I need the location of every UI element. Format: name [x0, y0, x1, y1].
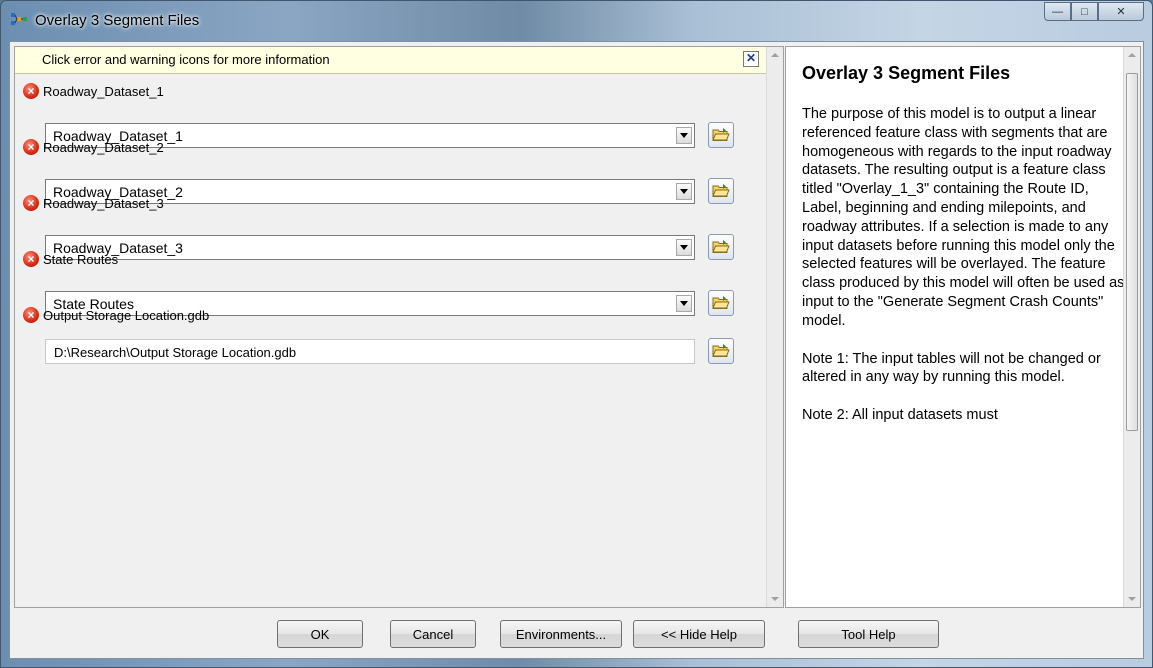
browse-button-roadway-dataset-1[interactable] — [708, 122, 734, 148]
ok-button[interactable]: OK — [277, 620, 363, 648]
help-paragraph: The purpose of this model is to output a… — [802, 106, 1125, 329]
scroll-up-icon[interactable] — [771, 53, 779, 57]
output-path-input[interactable] — [52, 341, 686, 364]
chevron-down-icon[interactable] — [676, 183, 692, 200]
info-message: Click error and warning icons for more i… — [42, 52, 330, 67]
dialog-window: Overlay 3 Segment Files — □ ✕ Click erro… — [0, 0, 1153, 668]
param-label-roadway-dataset-1[interactable]: × Roadway_Dataset_1 — [23, 82, 164, 100]
chevron-down-icon[interactable] — [676, 127, 692, 144]
parameters-pane: Click error and warning icons for more i… — [14, 46, 784, 608]
tool-help-button[interactable]: Tool Help — [798, 620, 939, 648]
output-storage-location-field[interactable] — [45, 339, 695, 364]
param-label-output-storage-location[interactable]: × Output Storage Location.gdb — [23, 306, 209, 324]
help-body: The purpose of this model is to output a… — [802, 105, 1127, 444]
param-label-text: Roadway_Dataset_2 — [43, 139, 164, 155]
close-button[interactable]: ✕ — [1098, 2, 1144, 21]
help-paragraph: Note 2: All input datasets must — [802, 407, 998, 424]
window-title: Overlay 3 Segment Files — [35, 12, 200, 29]
maximize-button[interactable]: □ — [1071, 2, 1098, 21]
browse-button-state-routes[interactable] — [708, 290, 734, 316]
param-label-text: Roadway_Dataset_3 — [43, 195, 164, 211]
chevron-down-icon[interactable] — [676, 295, 692, 312]
param-label-roadway-dataset-3[interactable]: × Roadway_Dataset_3 — [23, 194, 164, 212]
scroll-up-icon[interactable] — [1128, 53, 1136, 57]
hide-help-button[interactable]: << Hide Help — [633, 620, 765, 648]
error-icon[interactable]: × — [23, 251, 39, 267]
error-icon[interactable]: × — [23, 139, 39, 155]
cancel-button[interactable]: Cancel — [390, 620, 476, 648]
environments-button[interactable]: Environments... — [500, 620, 622, 648]
open-folder-icon — [712, 296, 730, 309]
parameters-scrollbar[interactable] — [766, 47, 783, 607]
error-icon[interactable]: × — [23, 195, 39, 211]
help-paragraph: Note 1: The input tables will not be cha… — [802, 350, 1101, 386]
browse-button-roadway-dataset-3[interactable] — [708, 234, 734, 260]
model-icon — [11, 13, 27, 25]
caption-buttons: — □ ✕ — [1044, 2, 1144, 21]
help-pane: Overlay 3 Segment Files The purpose of t… — [785, 46, 1141, 608]
title-bar[interactable]: Overlay 3 Segment Files — □ ✕ — [1, 1, 1152, 41]
scroll-down-icon[interactable] — [771, 597, 779, 601]
help-title: Overlay 3 Segment Files — [802, 63, 1011, 83]
browse-button-roadway-dataset-2[interactable] — [708, 178, 734, 204]
param-label-state-routes[interactable]: × State Routes — [23, 250, 118, 268]
error-icon[interactable]: × — [23, 83, 39, 99]
info-close-button[interactable]: ✕ — [743, 51, 759, 67]
open-folder-icon — [712, 240, 730, 253]
param-label-text: State Routes — [43, 251, 119, 267]
param-label-text: Output Storage Location.gdb — [43, 307, 210, 323]
help-scrollbar-thumb[interactable] — [1126, 73, 1138, 431]
maximize-icon: □ — [1081, 5, 1088, 18]
chevron-down-icon[interactable] — [676, 239, 692, 256]
browse-button-output-storage-location[interactable] — [708, 338, 734, 364]
scroll-down-icon[interactable] — [1128, 597, 1136, 601]
open-folder-icon — [712, 184, 730, 197]
open-folder-icon — [712, 344, 730, 357]
param-label-roadway-dataset-2[interactable]: × Roadway_Dataset_2 — [23, 138, 164, 156]
open-folder-icon — [712, 128, 730, 141]
minimize-button[interactable]: — — [1044, 2, 1071, 21]
close-icon: ✕ — [1116, 6, 1126, 18]
dialog-client-area: Click error and warning icons for more i… — [9, 41, 1144, 659]
minimize-icon: — — [1052, 5, 1063, 18]
help-scrollbar[interactable] — [1123, 47, 1140, 607]
info-bar: Click error and warning icons for more i… — [15, 47, 767, 74]
roadway-dataset-3-dropdown[interactable]: Roadway_Dataset_3 — [45, 235, 695, 260]
error-icon[interactable]: × — [23, 307, 39, 323]
param-label-text: Roadway_Dataset_1 — [43, 83, 164, 99]
